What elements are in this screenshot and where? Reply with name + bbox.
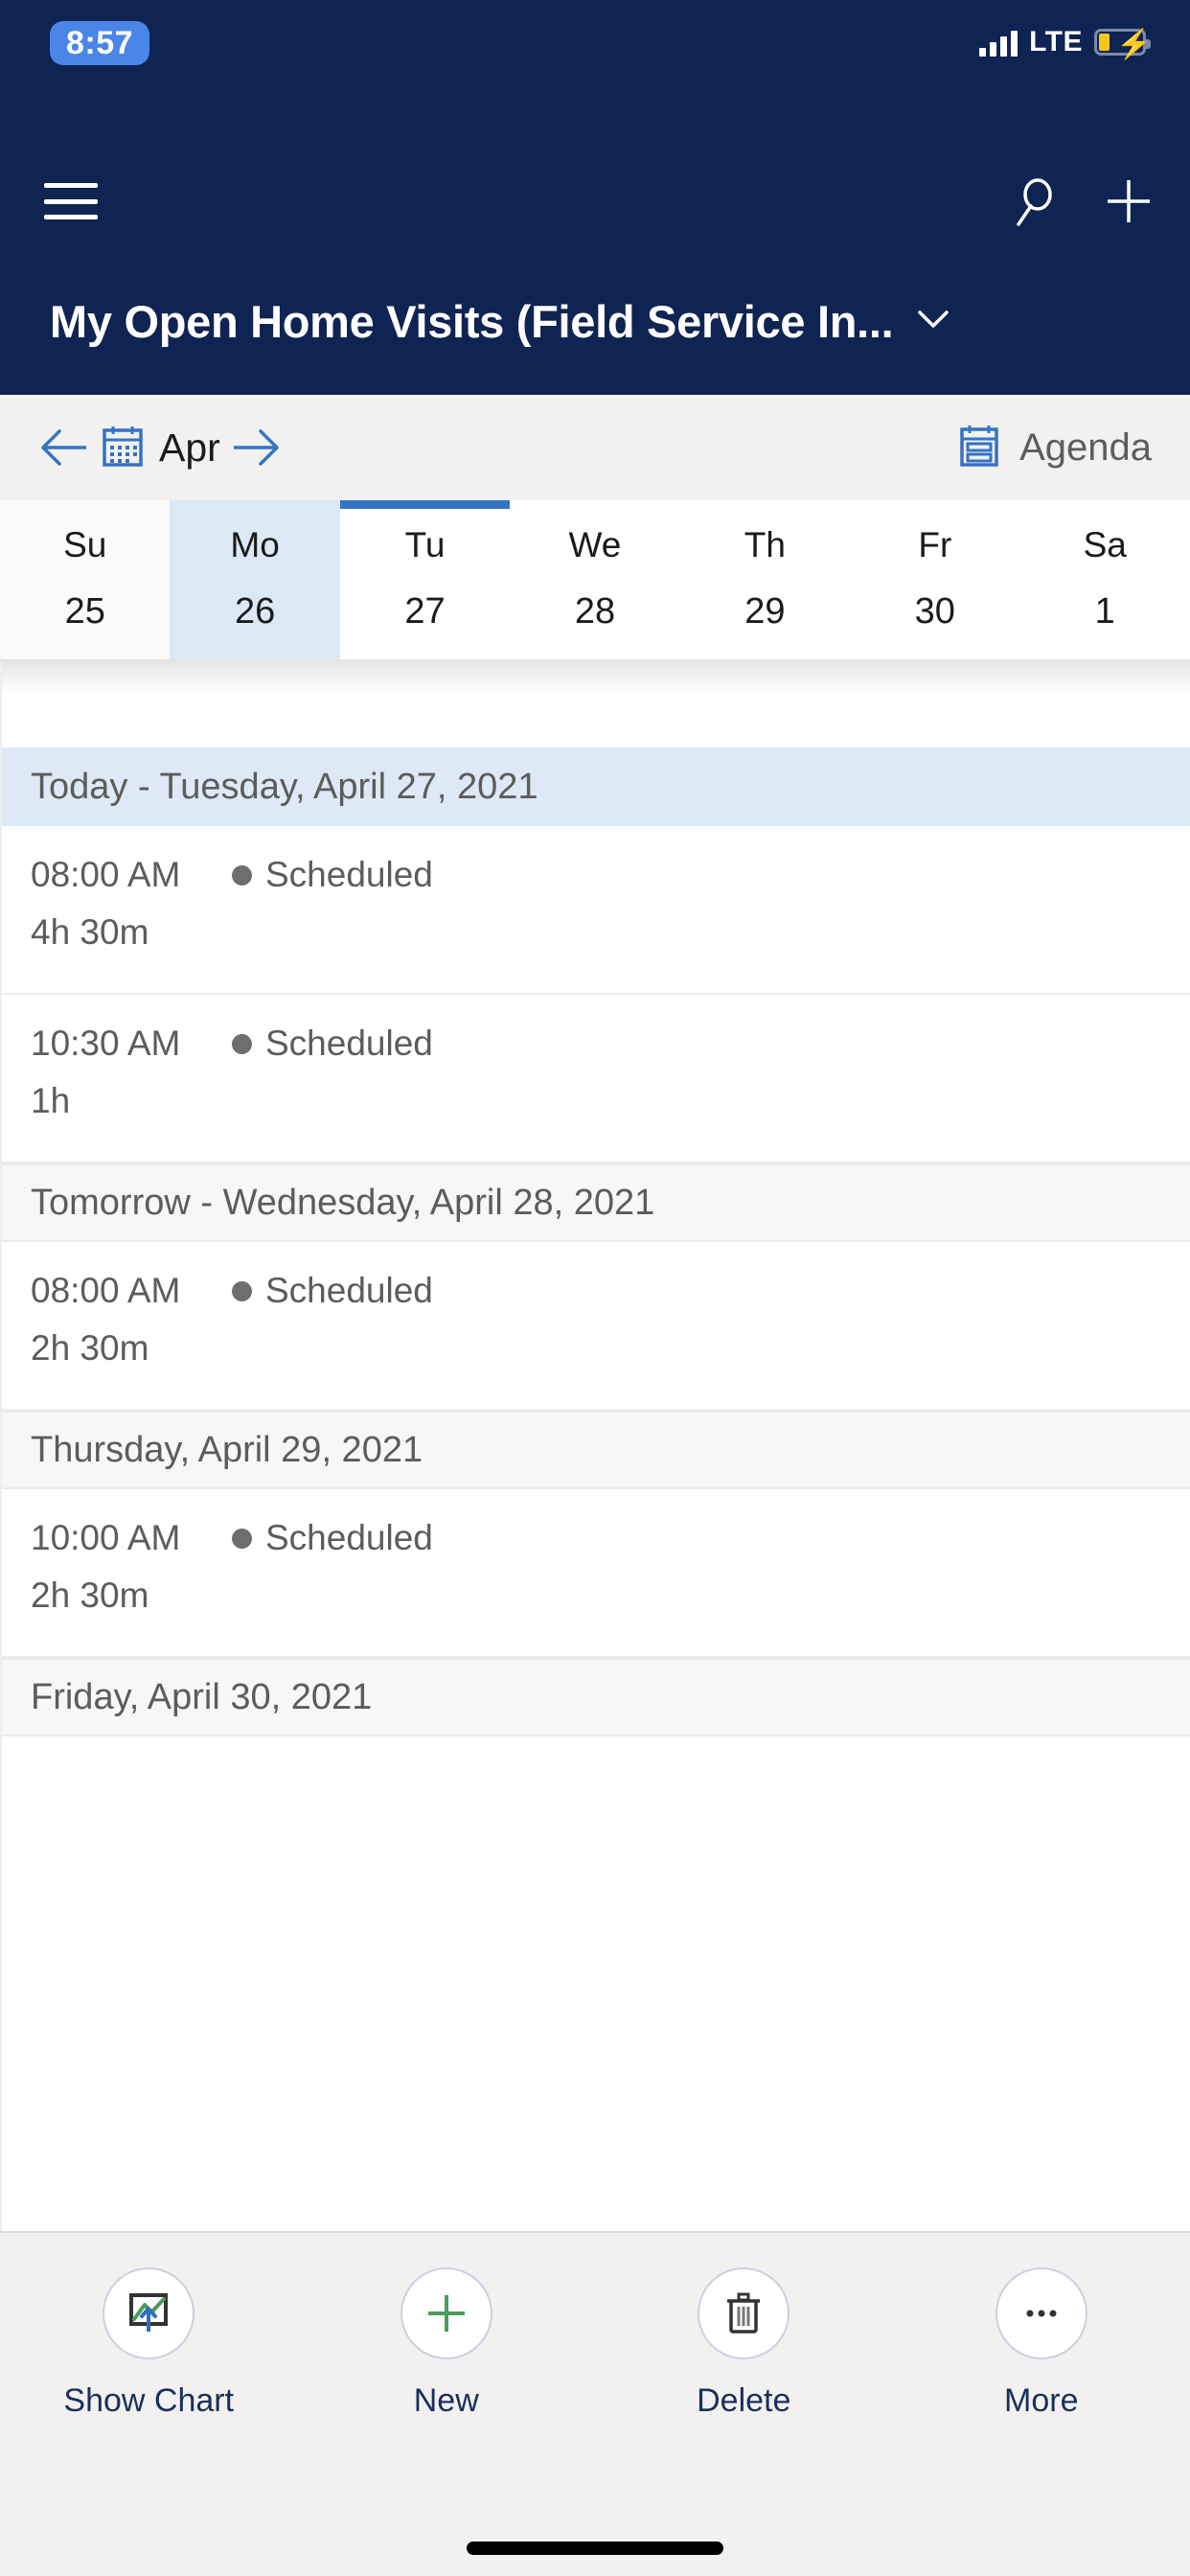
appointment-time: 08:00 AM [31, 1271, 181, 1310]
agenda-icon [956, 423, 1002, 473]
appointment-duration: 2h 30m [31, 1328, 149, 1368]
week-day-fr[interactable]: Fr 30 [850, 500, 1020, 659]
week-day-number: 28 [574, 591, 616, 632]
agenda-view-button[interactable]: Agenda [956, 423, 1152, 473]
week-day-name: Su [63, 525, 107, 564]
appointment-status: Scheduled [265, 1271, 433, 1310]
command-new-button[interactable]: New [298, 2267, 596, 2420]
week-day-name: Tu [404, 525, 446, 564]
appointment-duration: 4h 30m [31, 912, 149, 952]
command-show-chart-button[interactable]: Show Chart [0, 2267, 298, 2420]
week-day-number: 30 [914, 591, 955, 632]
today-indicator-bar [339, 500, 511, 509]
agenda-section-header: Friday, April 30, 2021 [2, 1658, 1190, 1736]
appointment-status: Scheduled [265, 855, 433, 894]
today-indicator-bar [510, 500, 679, 509]
status-dot-icon [232, 1033, 252, 1054]
today-indicator-bar [170, 500, 339, 509]
appointment-row[interactable]: 10:00 AM Scheduled 2h 30m [2, 1489, 1190, 1658]
command-label: Show Chart [63, 2382, 235, 2419]
calendar-nav-left: Apr [34, 418, 286, 477]
appointment-status: Scheduled [265, 1024, 433, 1063]
appointment-row[interactable]: 10:30 AM Scheduled 1h [2, 995, 1190, 1163]
ellipsis-icon [995, 2267, 1087, 2359]
week-day-number: 27 [404, 591, 446, 632]
agenda-list[interactable]: Today - Tuesday, April 27, 2021 08:00 AM S… [0, 661, 1190, 2231]
status-dot-icon [232, 864, 252, 886]
week-day-sa[interactable]: Sa 1 [1019, 500, 1190, 659]
appointment-time: 08:00 AM [31, 855, 181, 894]
status-bar-time: 8:57 [50, 21, 149, 65]
bottom-command-bar: Show Chart New Delete More [0, 2231, 1190, 2576]
status-dot-icon [232, 1528, 252, 1549]
today-indicator-bar [0, 500, 170, 509]
appointment-row[interactable]: 08:00 AM Scheduled 4h 30m [2, 826, 1190, 995]
week-day-number: 1 [1094, 591, 1115, 632]
week-day-name: Mo [230, 525, 280, 564]
week-day-th[interactable]: Th 29 [679, 500, 851, 659]
list-top-padding [2, 661, 1190, 748]
status-bar: 8:57 LTE ⚡ [0, 0, 1190, 153]
week-day-name: Th [744, 525, 786, 564]
week-day-number: 26 [234, 591, 276, 632]
show-chart-icon [103, 2267, 195, 2359]
today-indicator-bar [1020, 500, 1190, 509]
appointment-time: 10:00 AM [31, 1518, 181, 1557]
week-day-name: We [568, 525, 622, 564]
page-title: My Open Home Visits (Field Service In... [50, 295, 894, 347]
calendar-nav-bar: Apr Agenda [0, 395, 1190, 500]
appointment-time: 10:30 AM [31, 1024, 181, 1063]
command-delete-button[interactable]: Delete [595, 2267, 893, 2420]
today-indicator-bar [680, 500, 850, 509]
mobile-screen: 8:57 LTE ⚡ My Open Home Visits (Field Se… [0, 0, 1190, 2576]
agenda-section-date: Tomorrow - Wednesday, April 28, 2021 [31, 1182, 655, 1223]
week-day-number: 29 [744, 591, 786, 632]
search-icon[interactable] [1008, 174, 1062, 228]
home-indicator [467, 2542, 723, 2555]
view-selector[interactable]: My Open Home Visits (Field Service In... [0, 273, 1190, 369]
status-dot-icon [232, 1280, 252, 1301]
add-record-icon[interactable] [1102, 174, 1156, 228]
week-day-tu[interactable]: Tu 27 [339, 500, 511, 659]
signal-bars-icon [979, 28, 1018, 57]
week-day-mo[interactable]: Mo 26 [170, 500, 340, 659]
appointment-duration: 1h [31, 1081, 71, 1120]
calendar-icon [100, 423, 146, 473]
hamburger-menu-icon[interactable] [44, 177, 98, 225]
week-day-strip: Su 25 Mo 26 Tu 27 We 28 Th 29 Fr 30 Sa 1 [0, 500, 1190, 661]
today-indicator-bar [850, 500, 1019, 509]
week-day-name: Sa [1083, 525, 1127, 564]
plus-icon [400, 2267, 492, 2359]
agenda-section-header: Today - Tuesday, April 27, 2021 [2, 748, 1190, 826]
week-day-we[interactable]: We 28 [510, 500, 680, 659]
agenda-section-header: Tomorrow - Wednesday, April 28, 2021 [2, 1163, 1190, 1242]
appointment-duration: 2h 30m [31, 1576, 149, 1615]
agenda-section-date: Thursday, April 29, 2021 [31, 1429, 423, 1470]
command-label: Delete [697, 2382, 791, 2419]
month-picker-button[interactable]: Apr [100, 423, 220, 473]
appointment-status: Scheduled [265, 1518, 433, 1557]
agenda-section-header: Thursday, April 29, 2021 [2, 1411, 1190, 1489]
status-bar-indicators: LTE ⚡ [979, 19, 1152, 65]
agenda-section-date: Friday, April 30, 2021 [31, 1676, 373, 1717]
week-day-su[interactable]: Su 25 [0, 500, 171, 659]
command-label: New [413, 2382, 479, 2419]
week-day-number: 25 [64, 591, 105, 632]
battery-charging-icon: ⚡ [1094, 29, 1152, 60]
appointment-row[interactable]: 08:00 AM Scheduled 2h 30m [2, 1242, 1190, 1411]
agenda-section-date: Today - Tuesday, April 27, 2021 [31, 766, 538, 807]
trash-icon [698, 2267, 790, 2359]
app-bar: My Open Home Visits (Field Service In... [0, 153, 1190, 395]
week-day-name: Fr [918, 525, 952, 564]
agenda-label: Agenda [1019, 426, 1152, 469]
command-label: More [1004, 2382, 1079, 2419]
command-more-button[interactable]: More [893, 2267, 1190, 2420]
month-label: Apr [159, 425, 220, 470]
arrow-right-icon[interactable] [226, 418, 286, 477]
network-type-label: LTE [1029, 26, 1083, 58]
chevron-down-icon [914, 306, 952, 337]
arrow-left-icon[interactable] [34, 418, 94, 477]
